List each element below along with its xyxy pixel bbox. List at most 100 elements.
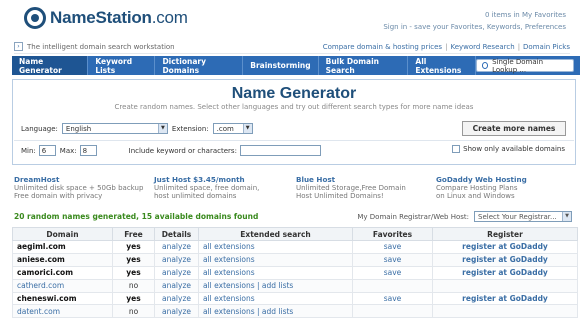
chevron-down-icon: ▼ — [157, 124, 167, 133]
ad-line: host unlimited domains — [154, 192, 237, 200]
column-header: Domain — [12, 227, 113, 241]
ad-godaddy[interactable]: GoDaddy Web Hosting Compare Hosting Plan… — [436, 176, 566, 201]
ad-line: Unlimited disk space + 50Gb backup — [14, 184, 144, 192]
registrar-value: Select Your Registrar... — [478, 212, 557, 221]
options-row: Language: English ▼ Extension: .com ▼ — [21, 123, 253, 134]
tagline-arrow-icon[interactable]: › — [14, 42, 23, 51]
include-input[interactable] — [239, 145, 321, 156]
column-header: Register — [432, 227, 578, 241]
domain-cell[interactable]: aniese.com — [12, 252, 113, 267]
analyze-link[interactable]: analyze — [154, 265, 199, 280]
save-link[interactable]: save — [352, 252, 433, 267]
ad-bluehost[interactable]: Blue Host Unlimited Storage,Free Domain … — [296, 176, 436, 201]
tab-dictionary-domains[interactable]: Dictionary Domains — [155, 56, 244, 75]
table-row: camorici.com yes analyze all extensions … — [12, 265, 578, 280]
tab-name-generator[interactable]: Name Generator — [12, 56, 89, 75]
ad-title[interactable]: Blue Host — [296, 176, 436, 184]
free-cell: no — [112, 278, 155, 293]
chevron-down-icon: ▼ — [562, 212, 571, 221]
ad-title[interactable]: Just Host $3.45/month — [154, 176, 296, 184]
domain-cell[interactable]: aegiml.com — [12, 240, 113, 254]
show-available-label: Show only available domains — [463, 145, 565, 153]
column-header: Extended search — [198, 227, 353, 241]
domain-picks-link[interactable]: Domain Picks — [523, 43, 570, 51]
extended-search-link[interactable]: all extensions | add lists — [198, 304, 353, 319]
compare-prices-link[interactable]: Compare domain & hosting prices — [323, 43, 442, 51]
ad-line: on Linux and Windows — [436, 192, 515, 200]
show-available-toggle[interactable]: Show only available domains — [452, 145, 565, 153]
save-link[interactable]: save — [352, 265, 433, 280]
register-link[interactable]: register at GoDaddy — [432, 252, 578, 267]
ad-title[interactable]: DreamHost — [14, 176, 154, 184]
tab-brainstorming[interactable]: Brainstorming — [243, 56, 319, 75]
extension-select[interactable]: .com ▼ — [212, 123, 253, 134]
domain-cell[interactable]: cheneswi.com — [12, 291, 113, 306]
domain-cell[interactable]: catherd.com — [12, 278, 113, 293]
min-input[interactable]: 6 — [38, 145, 56, 156]
register-link[interactable]: register at GoDaddy — [432, 240, 578, 254]
ad-justhost[interactable]: Just Host $3.45/month Unlimited space, f… — [154, 176, 296, 201]
favorites-count[interactable]: 0 items in My Favorites — [383, 9, 566, 21]
ad-line: Compare Hosting Plans — [436, 184, 518, 192]
registrar-select[interactable]: Select Your Registrar... ▼ — [474, 211, 572, 222]
tab-all-extensions[interactable]: All Extensions — [408, 56, 476, 75]
extended-search-link[interactable]: all extensions | add lists — [198, 278, 353, 293]
registrar-selector: My Domain Registrar/Web Host: Select You… — [357, 211, 572, 222]
ad-line: Free domain with privacy — [14, 192, 103, 200]
column-header: Free — [112, 227, 155, 241]
tagline-text: The intelligent domain search workstatio… — [27, 42, 175, 51]
table-row: catherd.com no analyze all extensions | … — [12, 278, 578, 293]
language-value: English — [65, 124, 92, 133]
analyze-link[interactable]: analyze — [154, 291, 199, 306]
table-header-row: Domain Free Details Extended search Favo… — [12, 227, 578, 241]
table-row: datent.com no analyze all extensions | a… — [12, 304, 578, 319]
page-subtitle: Create random names. Select other langua… — [114, 103, 474, 111]
ad-title[interactable]: GoDaddy Web Hosting — [436, 176, 566, 184]
column-header: Favorites — [352, 227, 433, 241]
account-links: 0 items in My Favorites Sign in - save y… — [383, 9, 566, 33]
domain-cell[interactable]: datent.com — [12, 304, 113, 319]
tagline-bar: › The intelligent domain search workstat… — [14, 40, 570, 54]
length-row: Min: 6 Max: 8 Include keyword or charact… — [21, 145, 321, 156]
save-link — [352, 278, 433, 293]
analyze-link[interactable]: analyze — [154, 304, 199, 319]
analyze-link[interactable]: analyze — [154, 252, 199, 267]
analyze-link[interactable]: analyze — [154, 278, 199, 293]
table-row: cheneswi.com yes analyze all extensions … — [12, 291, 578, 306]
available-checkbox[interactable] — [452, 145, 461, 153]
tab-keyword-lists[interactable]: Keyword Lists — [88, 56, 156, 75]
ad-line: Unlimited space, free domain, — [154, 184, 260, 192]
language-select[interactable]: English ▼ — [61, 123, 168, 134]
extended-search-link[interactable]: all extensions — [198, 240, 353, 254]
register-link[interactable]: register at GoDaddy — [432, 265, 578, 280]
include-label: Include keyword or characters: — [128, 146, 237, 155]
save-link[interactable]: save — [352, 240, 433, 254]
single-domain-lookup[interactable]: Single Domain Lookup ... — [475, 58, 574, 74]
site-logo[interactable]: NameStation.com — [24, 6, 188, 30]
extension-value: .com — [216, 124, 234, 133]
extension-label: Extension: — [171, 124, 209, 133]
analyze-link[interactable]: analyze — [154, 240, 199, 254]
keyword-research-link[interactable]: Keyword Research — [450, 43, 514, 51]
results-table: Domain Free Details Extended search Favo… — [12, 227, 578, 319]
free-cell: yes — [112, 265, 155, 280]
table-row: aniese.com yes analyze all extensions sa… — [12, 252, 578, 267]
save-link[interactable]: save — [352, 291, 433, 306]
register-link — [432, 278, 578, 293]
extended-search-link[interactable]: all extensions — [198, 252, 353, 267]
tab-bulk-domain-search[interactable]: Bulk Domain Search — [319, 56, 409, 75]
ad-line: Unlimited Storage,Free Domain — [296, 184, 406, 192]
create-more-names-button[interactable]: Create more names — [462, 121, 566, 136]
register-link[interactable]: register at GoDaddy — [432, 291, 578, 306]
ad-dreamhost[interactable]: DreamHost Unlimited disk space + 50Gb ba… — [14, 176, 154, 201]
column-header: Details — [154, 227, 199, 241]
results-summary: 20 random names generated, 15 available … — [14, 212, 259, 221]
min-label: Min: — [21, 146, 36, 155]
max-input[interactable]: 8 — [79, 145, 97, 156]
max-label: Max: — [59, 146, 77, 155]
extended-search-link[interactable]: all extensions — [198, 265, 353, 280]
extended-search-link[interactable]: all extensions — [198, 291, 353, 306]
free-cell: yes — [112, 240, 155, 254]
signin-link[interactable]: Sign in - save your Favorites, Keywords,… — [383, 21, 566, 33]
domain-cell[interactable]: camorici.com — [12, 265, 113, 280]
